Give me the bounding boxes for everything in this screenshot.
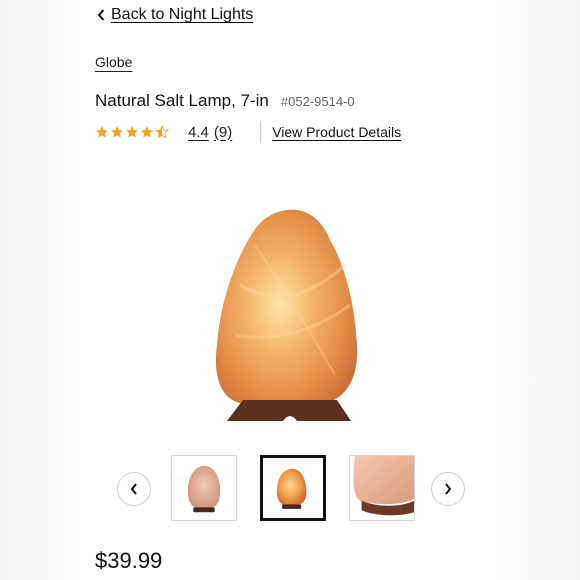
- page-margin-right: [502, 0, 580, 580]
- star-icon: [141, 126, 153, 138]
- rating-count[interactable]: (9): [214, 124, 232, 141]
- product-price: $39.99: [95, 548, 163, 573]
- gallery-next-button[interactable]: [431, 472, 465, 506]
- product-main-image: [215, 209, 358, 421]
- rating-row: 4.4 (9) View Product Details: [95, 121, 401, 143]
- star-icon: [126, 126, 138, 138]
- star-icon: [111, 126, 123, 138]
- chevron-left-icon: [97, 9, 105, 21]
- product-title-row: Natural Salt Lamp, 7-in #052-9514-0: [95, 91, 355, 111]
- back-link-label: Back to Night Lights: [111, 6, 254, 23]
- chevron-left-icon: [130, 483, 137, 495]
- half-star-icon: [155, 125, 169, 139]
- back-link[interactable]: Back to Night Lights: [97, 4, 253, 26]
- gallery-thumbnail[interactable]: [349, 455, 415, 521]
- divider: [260, 121, 262, 143]
- view-product-details-link[interactable]: View Product Details: [272, 124, 401, 140]
- gallery-thumbnail[interactable]: [171, 455, 237, 521]
- salt-lamp-thumbnail-unlit: [187, 465, 221, 513]
- product-sku: #052-9514-0: [280, 94, 355, 109]
- gallery-thumbnail-active[interactable]: [260, 455, 326, 521]
- star-rating[interactable]: [95, 125, 169, 139]
- star-icon: [96, 126, 108, 138]
- product-title: Natural Salt Lamp, 7-in: [95, 91, 269, 110]
- salt-lamp-thumbnail-closeup: [353, 456, 414, 516]
- chevron-right-icon: [445, 483, 452, 495]
- page-margin-left: [0, 0, 80, 580]
- rating-value[interactable]: 4.4: [188, 124, 209, 141]
- salt-lamp-thumbnail-lit: [276, 468, 307, 509]
- brand-link[interactable]: Globe: [95, 54, 132, 70]
- gallery-prev-button[interactable]: [117, 472, 151, 506]
